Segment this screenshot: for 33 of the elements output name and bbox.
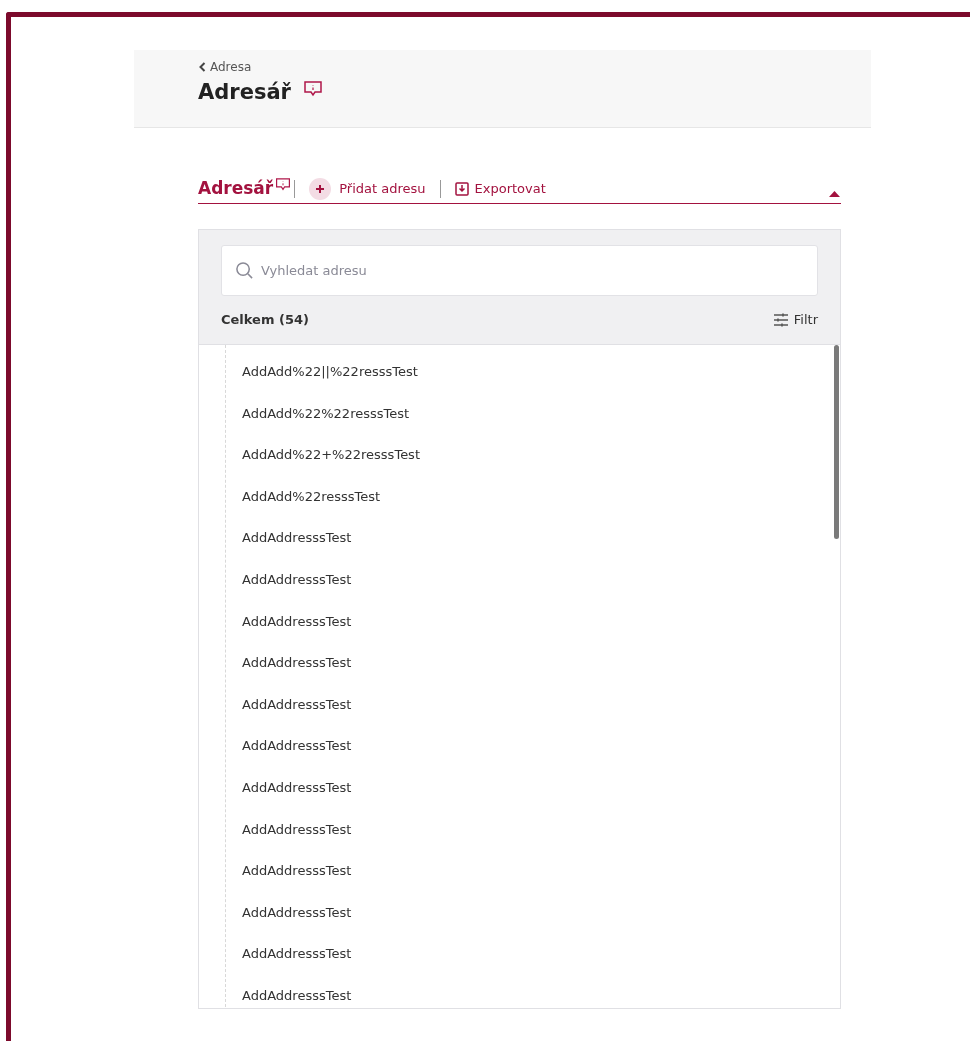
address-item[interactable]: AddAdd%22+%22resssTest — [242, 445, 420, 465]
section-title: Adresář — [198, 176, 274, 200]
address-item[interactable]: AddAdd%22resssTest — [242, 486, 381, 507]
download-box-icon — [454, 181, 469, 196]
scrollbar-thumb[interactable] — [834, 345, 839, 539]
address-item[interactable]: AddAddresssTest — [242, 653, 352, 673]
filter-button[interactable]: Filtr — [772, 310, 818, 330]
address-item[interactable]: AddAddresssTest — [242, 985, 352, 1006]
add-address-button[interactable]: Přidat adresu — [309, 177, 426, 200]
address-item[interactable]: AddAddresssTest — [242, 902, 352, 923]
back-link[interactable]: Adresa — [198, 58, 252, 76]
address-item[interactable]: AddAddresssTest — [242, 528, 352, 548]
chevron-left-icon — [198, 62, 207, 72]
page-title: Adresář — [198, 79, 291, 106]
plus-icon — [309, 177, 332, 200]
address-item[interactable]: AddAddresssTest — [242, 861, 352, 881]
address-item[interactable]: AddAddresssTest — [242, 611, 352, 632]
total-count: Celkem (54) — [221, 311, 309, 330]
address-item[interactable]: AddAdd%22||%22resssTest — [242, 362, 418, 382]
caret-up-icon[interactable] — [829, 190, 840, 197]
comment-info-icon — [302, 80, 323, 98]
sliders-icon — [772, 313, 789, 327]
address-item[interactable]: AddAddresssTest — [242, 944, 352, 964]
address-item[interactable]: AddAdd%22%22resssTest — [242, 403, 410, 424]
address-item[interactable]: AddAddresssTest — [242, 736, 352, 756]
address-item[interactable]: AddAddresssTest — [242, 694, 352, 715]
export-button[interactable]: Exportovat — [454, 178, 546, 199]
address-item[interactable]: AddAddresssTest — [242, 570, 352, 590]
address-item[interactable]: AddAddresssTest — [242, 778, 352, 798]
address-item[interactable]: AddAddresssTest — [242, 819, 352, 840]
search-icon — [235, 261, 254, 280]
search-field[interactable]: Vyhledat adresu — [221, 245, 818, 296]
comment-info-icon — [275, 177, 292, 192]
